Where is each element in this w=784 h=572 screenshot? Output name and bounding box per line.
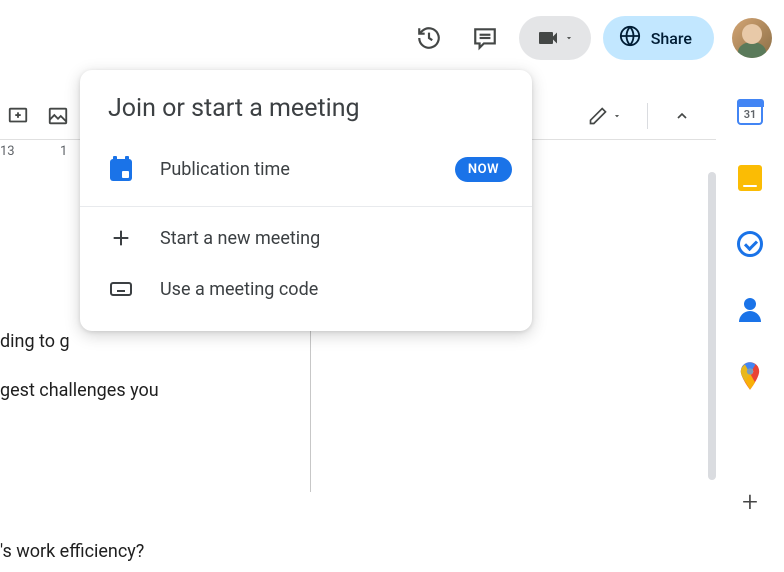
- popover-title: Join or start a meeting: [80, 70, 532, 143]
- ruler-tick: 1: [60, 144, 67, 159]
- history-button[interactable]: [407, 16, 451, 60]
- globe-icon: [619, 25, 641, 51]
- top-toolbar: Share: [407, 16, 772, 60]
- share-button[interactable]: Share: [603, 16, 714, 60]
- keyboard-icon: [108, 277, 134, 301]
- vertical-scrollbar[interactable]: [708, 172, 716, 480]
- keep-app-icon[interactable]: [736, 164, 764, 192]
- image-icon[interactable]: [40, 98, 76, 134]
- now-badge: NOW: [455, 157, 512, 182]
- comment-add-icon[interactable]: [0, 98, 36, 134]
- ruler-tick: 13: [0, 144, 15, 159]
- meeting-name: Publication time: [160, 159, 429, 180]
- calendar-event-icon: [108, 159, 134, 181]
- doc-text: gest challenges you: [0, 377, 310, 406]
- meeting-code-label: Use a meeting code: [160, 279, 504, 300]
- calendar-day: 31: [739, 108, 761, 121]
- add-on-button[interactable]: +: [736, 488, 764, 516]
- meet-popover: Join or start a meeting Publication time…: [80, 70, 532, 331]
- meeting-code-row[interactable]: Use a meeting code: [80, 263, 532, 315]
- share-label: Share: [651, 29, 692, 48]
- scheduled-meeting-row[interactable]: Publication time NOW: [80, 143, 532, 196]
- divider: [80, 206, 532, 207]
- start-meeting-label: Start a new meeting: [160, 228, 504, 249]
- start-meeting-row[interactable]: Start a new meeting: [80, 213, 532, 263]
- doc-text: ding to g: [0, 328, 310, 357]
- meet-button[interactable]: [519, 16, 591, 60]
- account-avatar[interactable]: [732, 18, 772, 58]
- maps-app-icon[interactable]: [736, 362, 764, 390]
- doc-text: 's work efficiency?: [0, 538, 310, 567]
- collapse-toolbar-button[interactable]: [662, 96, 702, 136]
- contacts-app-icon[interactable]: [736, 296, 764, 324]
- divider: [647, 103, 648, 129]
- comments-button[interactable]: [463, 16, 507, 60]
- editing-mode-button[interactable]: [577, 99, 633, 133]
- side-panel: 31 +: [728, 98, 772, 516]
- calendar-app-icon[interactable]: 31: [736, 98, 764, 126]
- plus-icon: [108, 227, 134, 249]
- tasks-app-icon[interactable]: [736, 230, 764, 258]
